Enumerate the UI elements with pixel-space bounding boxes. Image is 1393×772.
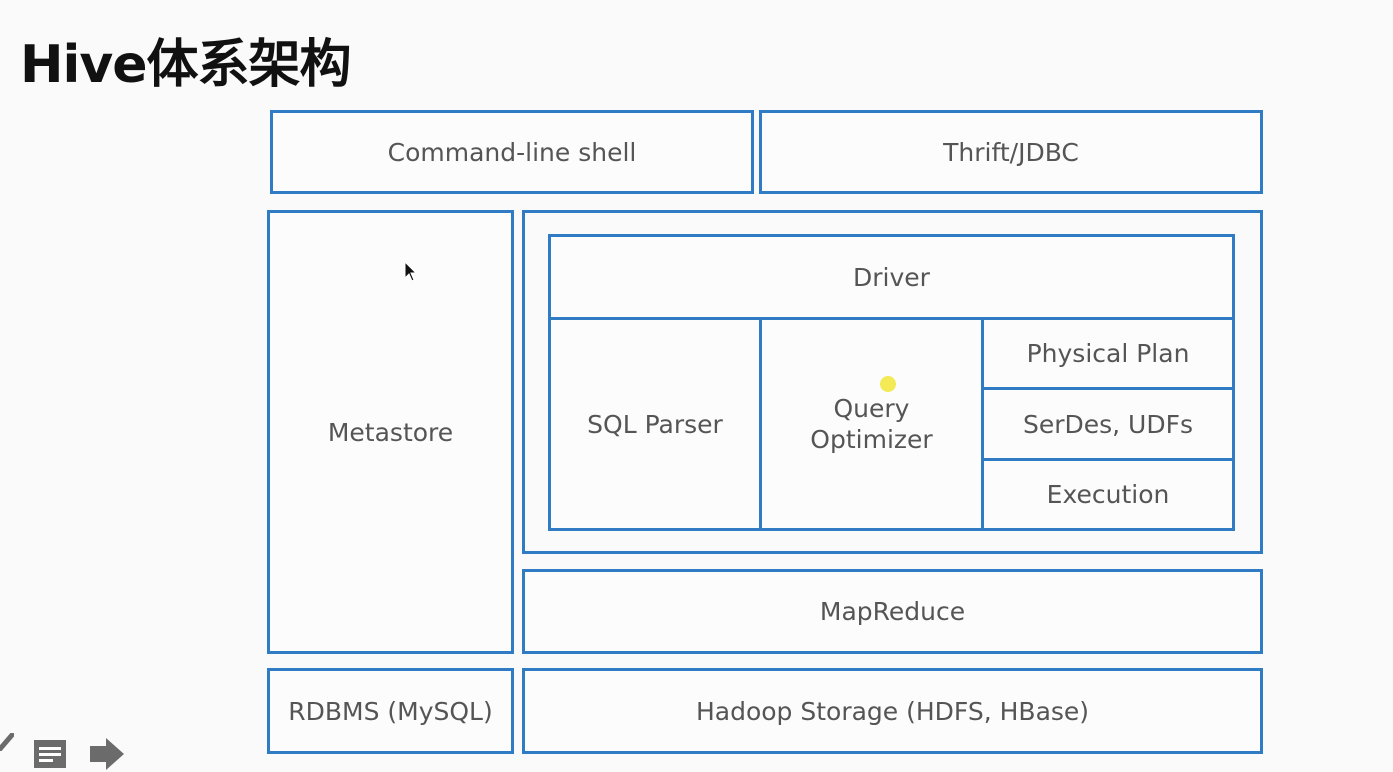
query-optimizer-line1: Query — [833, 394, 910, 423]
mapreduce-box: MapReduce — [522, 569, 1263, 654]
thrift-jdbc-box: Thrift/JDBC — [759, 110, 1263, 194]
pointer-highlight-dot — [880, 376, 896, 392]
query-optimizer-box: Query Optimizer — [759, 317, 984, 531]
metastore-box: Metastore — [267, 210, 514, 654]
pen-icon[interactable] — [0, 733, 14, 751]
next-arrow-icon[interactable] — [88, 736, 128, 772]
hadoop-storage-box: Hadoop Storage (HDFS, HBase) — [522, 668, 1263, 754]
slide-title: Hive体系架构 — [20, 35, 352, 95]
mouse-cursor-icon — [404, 261, 418, 282]
command-line-shell-box: Command-line shell — [270, 110, 754, 194]
serdes-udfs-box: SerDes, UDFs — [981, 387, 1235, 461]
sql-parser-box: SQL Parser — [548, 317, 762, 531]
execution-box: Execution — [981, 458, 1235, 531]
driver-box: Driver — [548, 234, 1235, 320]
query-optimizer-line2: Optimizer — [810, 425, 933, 454]
physical-plan-box: Physical Plan — [981, 317, 1235, 390]
rdbms-box: RDBMS (MySQL) — [267, 668, 514, 754]
notes-icon[interactable] — [32, 738, 68, 770]
